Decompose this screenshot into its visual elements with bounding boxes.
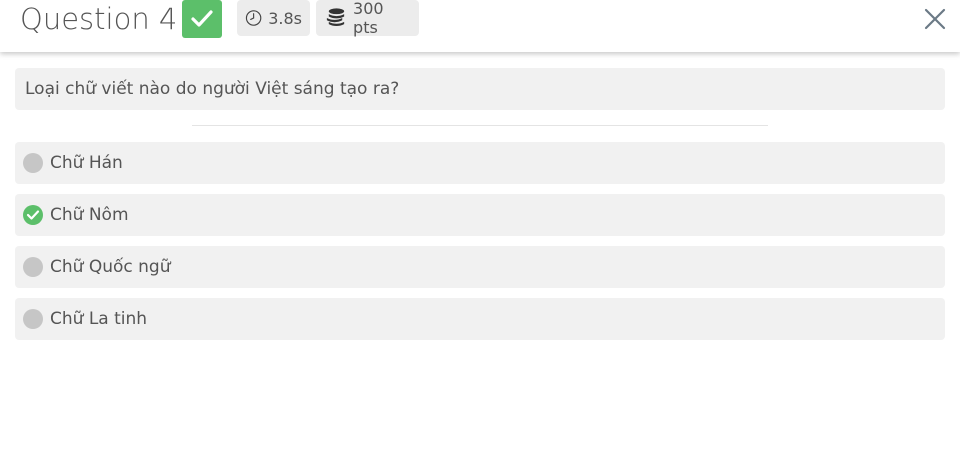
points-chip: 300 pts bbox=[316, 0, 419, 37]
option-1[interactable]: Chữ Hán bbox=[15, 142, 945, 184]
points-value: 300 pts bbox=[353, 0, 384, 37]
close-icon bbox=[924, 8, 946, 30]
question-text: Loại chữ viết nào do người Việt sáng tạo… bbox=[25, 79, 400, 99]
quiz-header: Question 4 3.8s 300 pts bbox=[0, 0, 960, 52]
radio-unselected-icon bbox=[23, 309, 43, 329]
radio-unselected-icon bbox=[23, 153, 43, 173]
option-4[interactable]: Chữ La tinh bbox=[15, 298, 945, 340]
coins-icon bbox=[326, 8, 345, 27]
option-label: Chữ Hán bbox=[50, 153, 123, 173]
correct-check-icon bbox=[23, 205, 43, 225]
option-label: Chữ La tinh bbox=[50, 309, 148, 329]
option-label: Chữ Quốc ngữ bbox=[50, 257, 171, 277]
question-text-box: Loại chữ viết nào do người Việt sáng tạo… bbox=[15, 68, 945, 110]
correct-badge bbox=[182, 0, 222, 38]
divider bbox=[192, 125, 768, 126]
option-label: Chữ Nôm bbox=[50, 205, 129, 225]
close-button[interactable] bbox=[922, 6, 948, 32]
check-icon bbox=[191, 10, 213, 27]
clock-icon bbox=[245, 10, 262, 26]
time-chip: 3.8s bbox=[237, 0, 310, 36]
option-3[interactable]: Chữ Quốc ngữ bbox=[15, 246, 945, 288]
option-2[interactable]: Chữ Nôm bbox=[15, 194, 945, 236]
question-number-title: Question 4 bbox=[20, 2, 178, 36]
time-value: 3.8s bbox=[268, 8, 302, 28]
radio-unselected-icon bbox=[23, 257, 43, 277]
